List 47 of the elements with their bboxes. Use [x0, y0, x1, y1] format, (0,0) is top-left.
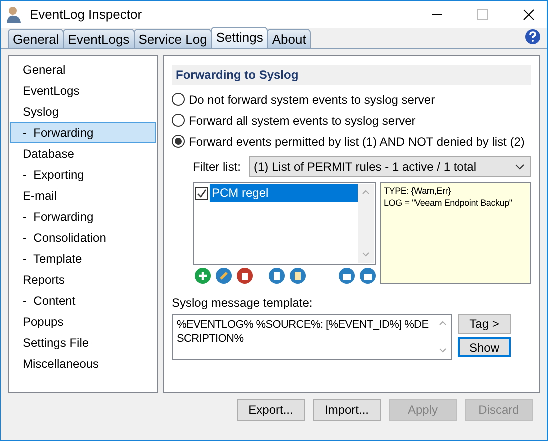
sidebar-item[interactable]: - Content [10, 290, 156, 311]
rule-item[interactable]: PCM regel [210, 184, 358, 202]
radio-label: Do not forward system events to syslog server [189, 92, 436, 108]
close-icon[interactable] [523, 8, 535, 20]
sidebar-item[interactable]: General [10, 59, 156, 80]
sidebar-item[interactable]: Database [10, 143, 156, 164]
radio-button[interactable] [172, 135, 185, 148]
radio-label: Forward events permitted by list (1) AND NOT denied by list (2) [189, 134, 525, 150]
action-button[interactable]: Import... [313, 399, 381, 421]
section-title: Forwarding to Syslog [172, 65, 531, 85]
scroll-up-icon[interactable] [439, 321, 447, 326]
window-title: EventLog Inspector [30, 6, 142, 24]
template-label: Syslog message template: [172, 295, 314, 312]
radio-button[interactable] [172, 114, 185, 127]
tab[interactable]: Settings [211, 27, 268, 48]
rule-details: TYPE: {Warn,Err} LOG = "Veeam Endpoint Backup" [380, 182, 531, 284]
sidebar-item[interactable]: E-mail [10, 185, 156, 206]
scroll-down-icon[interactable] [439, 348, 447, 353]
radio-button[interactable] [172, 93, 185, 106]
add-icon[interactable] [195, 268, 211, 284]
sidebar-item[interactable]: - Forwarding [10, 122, 156, 143]
checkbox[interactable] [195, 186, 208, 200]
help-icon[interactable] [525, 29, 541, 45]
radio-label: Forward all system events to syslog server [189, 112, 416, 130]
filter-label: Filter list: [193, 158, 242, 176]
template-button[interactable]: Tag > [458, 314, 511, 334]
sidebar-item[interactable]: - Template [10, 248, 156, 269]
filter-dropdown[interactable]: (1) List of PERMIT rules - 1 active / 1 total [249, 156, 531, 177]
tab[interactable]: Service Log [134, 29, 212, 48]
tab[interactable]: EventLogs [63, 29, 135, 48]
tab[interactable]: About [267, 29, 312, 48]
chevron-icon [515, 164, 525, 170]
sidebar-item[interactable]: Settings File [10, 332, 156, 353]
pencil-icon[interactable] [216, 268, 232, 284]
sidebar-item[interactable]: Syslog [10, 101, 156, 122]
sidebar-item[interactable]: Reports [10, 269, 156, 290]
sidebar-item[interactable]: Popups [10, 311, 156, 332]
template-field[interactable]: %EVENTLOG% %SOURCE%: [%EVENT_ID%] %DESCRIPTION% [172, 314, 452, 360]
template-button[interactable]: Show [458, 337, 511, 357]
sidebar-item[interactable]: - Forwarding [10, 206, 156, 227]
action-button[interactable]: Export... [237, 399, 305, 421]
sidebar-item[interactable]: - Consolidation [10, 227, 156, 248]
sidebar-item[interactable]: EventLogs [10, 80, 156, 101]
sidebar-item[interactable]: - Exporting [10, 164, 156, 185]
tab[interactable]: General [8, 29, 64, 48]
sidebar-item[interactable]: Miscellaneous [10, 353, 156, 374]
user-icon [6, 6, 22, 24]
